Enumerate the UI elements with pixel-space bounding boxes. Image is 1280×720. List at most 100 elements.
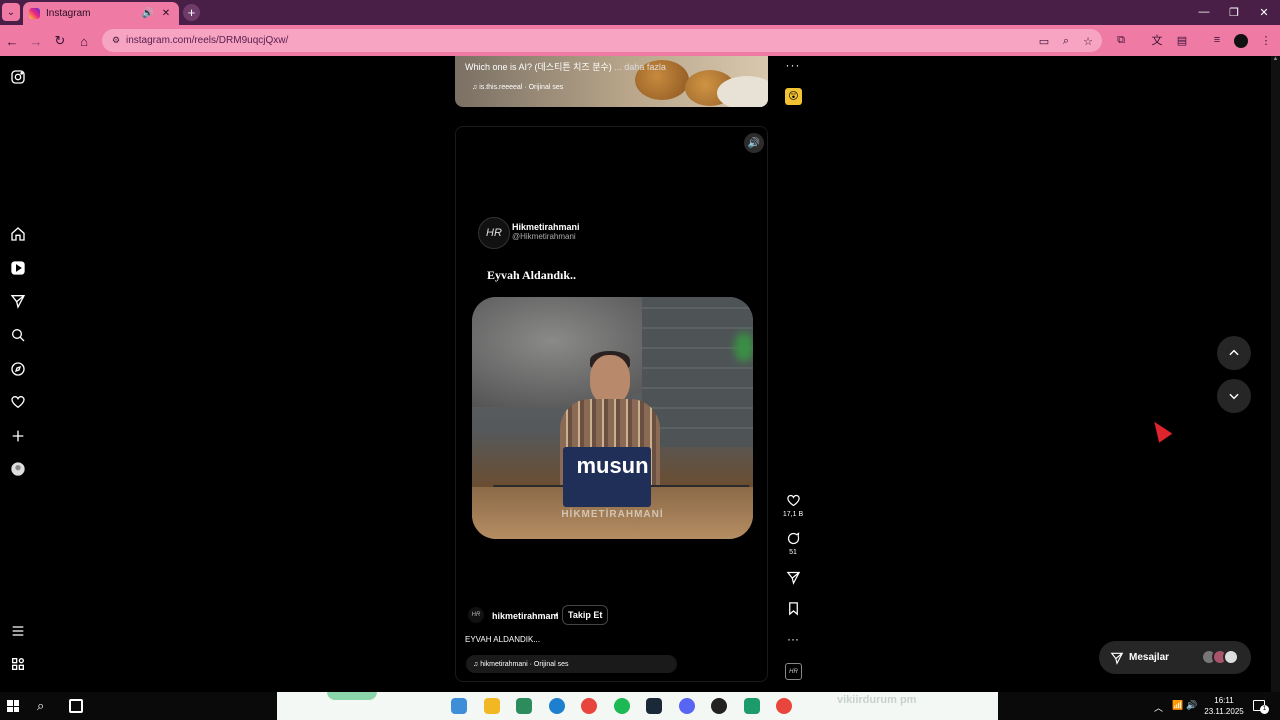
discord-app-icon[interactable] [678,698,695,714]
chrome-profile-app-icon[interactable] [776,698,792,714]
caption-text: Which one is AI? (데스티튼 치즈 분수) [465,62,612,72]
scroll-up-arrow-icon[interactable]: ▲ [1271,56,1280,66]
share-icon[interactable] [784,568,802,586]
extensions-icon[interactable]: ⧉ [1113,32,1129,48]
owner-avatar[interactable]: HR [468,607,484,623]
comment-icon[interactable] [784,529,802,547]
app-green-app-icon[interactable] [743,698,760,714]
minimize-button[interactable]: — [1190,3,1218,21]
zoom-icon[interactable]: ⌕ [1058,33,1074,49]
more-options-icon[interactable]: ··· [784,630,802,648]
profile-avatar[interactable] [1234,34,1248,48]
audio-link[interactable]: ♫ hikmetirahmani · Orijinal ses [466,655,677,673]
save-bookmark-icon[interactable] [784,599,802,617]
home-nav-icon[interactable] [9,225,27,243]
reading-list-icon[interactable]: ▤ [1174,32,1190,48]
back-icon[interactable]: ← [3,32,21,50]
more-menu-icon[interactable] [9,622,27,640]
volume-tray-icon[interactable]: 🔊 [1186,700,1198,712]
follow-button[interactable]: Takip Et [562,605,609,625]
search-nav-icon[interactable] [9,326,27,344]
page-scrollbar[interactable]: ▲ [1271,56,1280,692]
forward-icon[interactable]: → [27,32,45,50]
previous-reel-audio-thumbnail[interactable]: 😲 [785,88,802,105]
explore-nav-icon[interactable] [9,360,27,378]
menu-kebab-icon[interactable]: ⋮ [1258,32,1274,48]
file-explorer-app-icon[interactable] [483,698,500,714]
steam-app-icon[interactable] [646,698,662,714]
address-bar[interactable]: ⚙ instagram.com/reels/DRM9uqcjQxw/ ▭ ⌕ ☆ [102,29,1102,52]
tab-close-icon[interactable]: ✕ [159,7,173,21]
previous-reel-caption: Which one is AI? (데스티튼 치즈 분수) ... daha f… [465,60,666,73]
more-link[interactable]: ... daha fazla [614,62,666,72]
previous-reel-more-icon[interactable]: ··· [784,58,802,72]
like-heart-icon[interactable] [784,491,802,509]
video-subtitle: musun [576,453,649,478]
reel-video[interactable]: musun HİKMETİRAHMANİ [472,297,753,539]
chrome-app-icon[interactable] [581,698,597,714]
profile-nav-icon[interactable] [9,460,27,478]
taskbar-apps-area: vikiirdurum pm [277,692,998,720]
taskbar-search-icon[interactable]: ⌕ [37,699,51,713]
notepad-app-icon[interactable] [516,698,532,714]
threads-apps-icon[interactable] [9,655,27,673]
post-author-handle: @Hikmetirahmani [512,232,576,241]
direct-messages-nav-icon[interactable] [9,292,27,310]
messages-icon [1110,652,1124,665]
spotify-app-icon[interactable] [613,698,630,714]
owner-username[interactable]: hikmetirahmani [492,611,559,621]
media-control-icon[interactable]: ≡ [1209,32,1225,48]
tab-title: Instagram [46,8,91,19]
cast-icon[interactable]: ▭ [1036,33,1052,49]
instagram-logo-icon[interactable] [9,68,27,86]
blurred-overlay-text: vikiirdurum pm [837,694,917,706]
clock-time: 16:11 [1214,696,1234,705]
home-icon[interactable]: ⌂ [75,32,93,50]
site-info-icon[interactable]: ⚙ [108,33,124,49]
restore-button[interactable]: ❐ [1220,3,1248,21]
instagram-favicon-icon [29,8,40,19]
url-text: instagram.com/reels/DRM9uqcjQxw/ [126,35,289,46]
current-reel[interactable]: 🔊 HR Hikmetirahmani @Hikmetirahmani Eyva… [455,126,768,682]
audio-thumbnail[interactable]: HR [785,663,802,680]
translate-icon[interactable]: 文 [1149,32,1165,48]
post-author-name: Hikmetirahmani [512,222,580,232]
browser-toolbar: ← → ↻ ⌂ ⚙ instagram.com/reels/DRM9uqcjQx… [0,25,1280,56]
like-count: 17,1 B [782,511,804,518]
start-button[interactable] [7,700,19,712]
volume-icon[interactable]: 🔊 [744,133,764,153]
clock-date: 23.11.2025 [1204,707,1244,716]
next-reel-button[interactable] [1217,379,1251,413]
bookmark-star-icon[interactable]: ☆ [1080,33,1096,49]
previous-reel[interactable]: Which one is AI? (데스티튼 치즈 분수) ... daha f… [455,56,768,107]
create-plus-icon[interactable] [9,427,27,445]
notifications-heart-icon[interactable] [9,393,27,411]
plate-image [717,76,768,107]
comment-count: 51 [789,549,797,556]
post-author-avatar: HR [478,217,510,249]
clock[interactable]: 16:11 23.11.2025 [1200,695,1248,717]
copilot-app-icon[interactable] [451,698,467,714]
close-window-button[interactable]: ✕ [1250,3,1278,21]
previous-reel-audio[interactable]: ♫ is.this.reeeeal · Orijinal ses [472,84,563,91]
reel-caption: EYVAH ALDANDIK... [465,635,540,644]
avatar [1223,649,1239,665]
previous-reel-button[interactable] [1217,336,1251,370]
tab-instagram[interactable]: Instagram 🔊 ✕ [23,2,179,25]
chevron-down-icon [1229,393,1239,400]
messages-button[interactable]: Mesajlar [1099,641,1251,674]
obs-app-icon[interactable] [711,698,727,714]
task-view-icon[interactable] [69,699,83,713]
separator-dot: • [555,610,559,620]
reels-nav-icon[interactable] [9,259,27,277]
messages-label: Mesajlar [1129,652,1170,663]
tab-audio-icon[interactable]: 🔊 [141,7,155,21]
network-icon[interactable]: 📶 [1172,700,1184,712]
message-avatars [1201,649,1241,666]
tray-overflow-icon[interactable]: ︿ [1154,701,1164,713]
reload-icon[interactable]: ↻ [51,32,69,50]
mouse-cursor-icon [1147,417,1173,443]
edge-app-icon[interactable] [548,698,565,714]
new-tab-button[interactable]: + [183,4,200,21]
tab-search-button[interactable]: ⌄ [2,3,20,21]
